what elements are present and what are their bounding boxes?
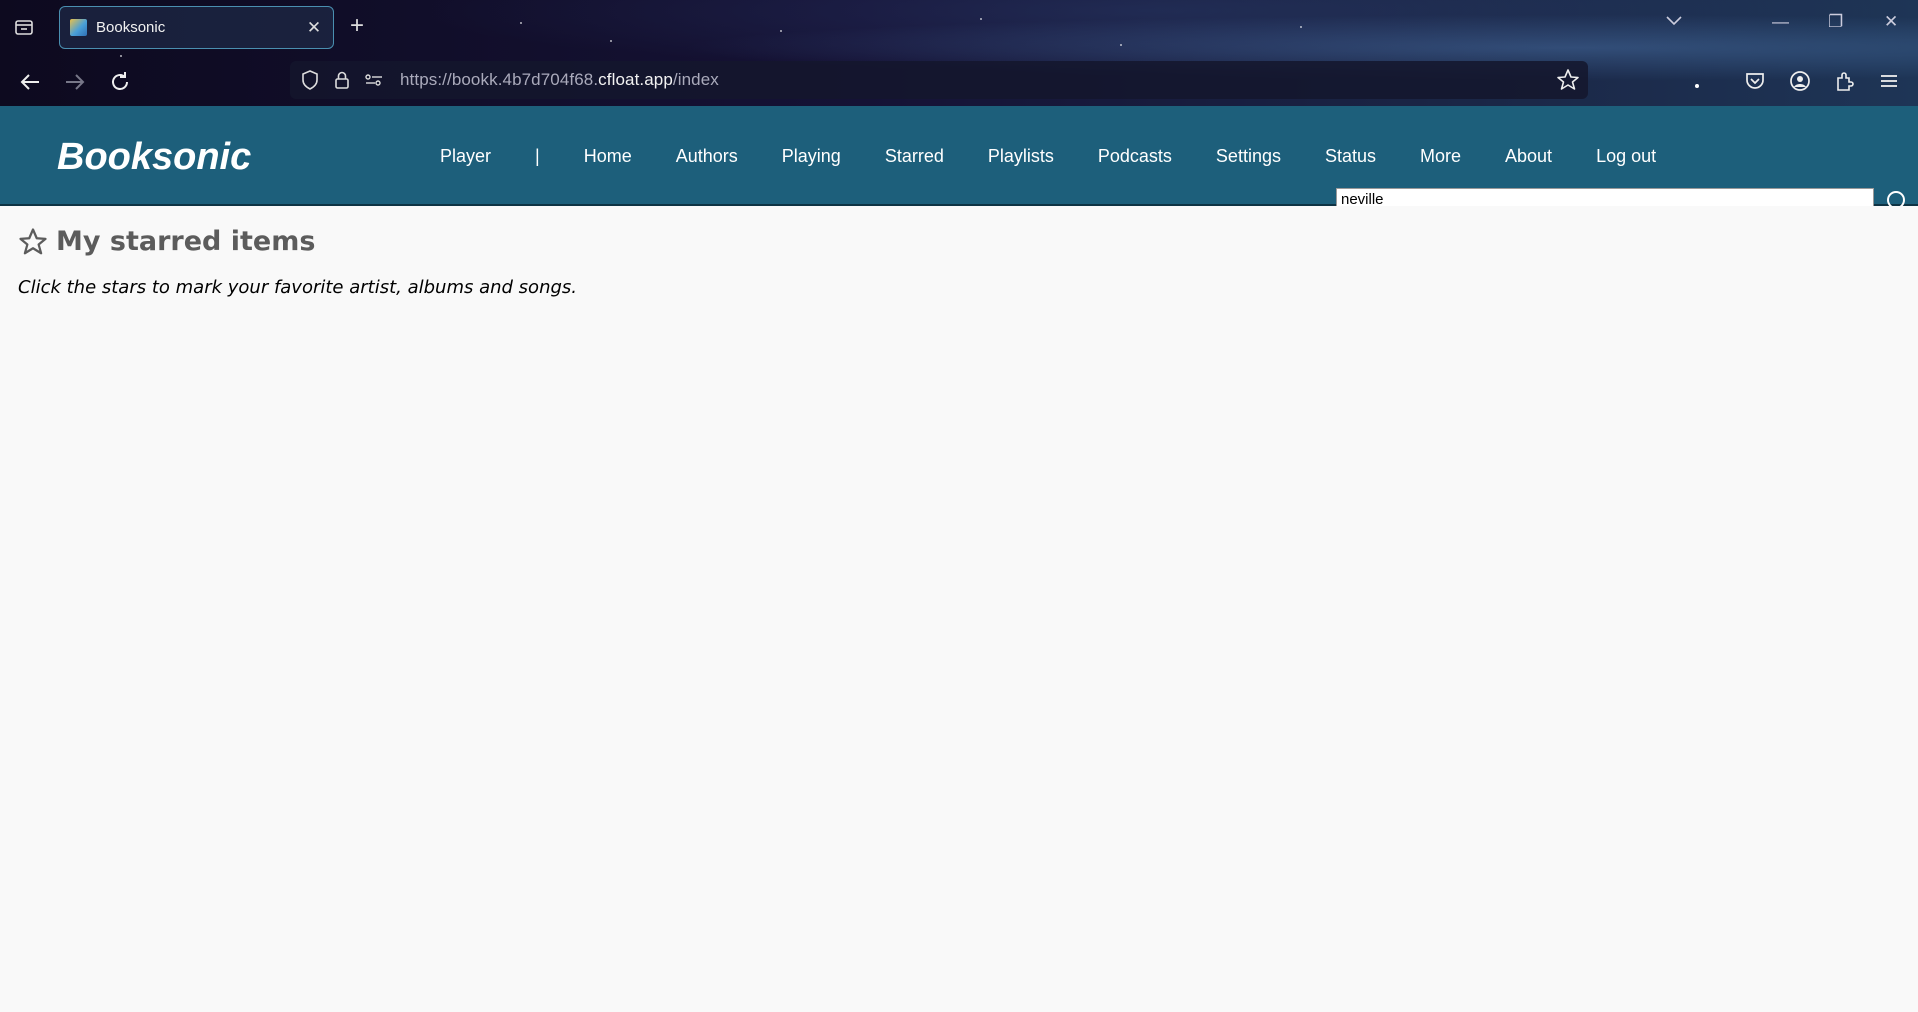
main-menu: Player | Home Authors Playing Starred Pl… [440,146,1700,167]
menu-item-authors[interactable]: Authors [676,146,738,167]
minimize-icon[interactable]: — [1772,12,1789,32]
menu-item-home[interactable]: Home [584,146,632,167]
pocket-icon[interactable] [1742,68,1768,94]
url-prefix: https://bookk.4b7d704f68. [400,70,599,89]
menu-item-podcasts[interactable]: Podcasts [1098,146,1172,167]
menu-item-player[interactable]: Player [440,146,491,167]
tab-title: Booksonic [96,19,166,36]
tab-list-icon[interactable] [12,16,36,38]
starred-hint-text: Click the stars to mark your favorite ar… [18,277,578,298]
close-window-icon[interactable]: ✕ [1884,12,1898,32]
tab-booksonic[interactable]: Booksonic ✕ [59,6,334,49]
star-outline-icon [19,227,47,254]
reload-icon[interactable] [106,68,134,96]
menu-item-about[interactable]: About [1505,146,1552,167]
menu-item-settings[interactable]: Settings [1216,146,1281,167]
search-input[interactable]: neville [1336,188,1874,206]
restore-icon[interactable]: ❐ [1828,12,1843,32]
forward-arrow-icon[interactable] [61,68,89,96]
browser-chrome: Booksonic ✕ + — ❐ ✕ https://bookk.4b7d70… [0,0,1918,106]
url-text[interactable]: https://bookk.4b7d704f68.cfloat.app/inde… [400,70,719,90]
search-icon[interactable] [1886,190,1906,206]
menu-item-starred[interactable]: Starred [885,146,944,167]
lock-icon[interactable] [330,68,354,92]
shield-icon[interactable] [298,68,322,92]
chevron-down-icon[interactable] [1665,12,1683,32]
menu-item-playing[interactable]: Playing [782,146,841,167]
menu-item-status[interactable]: Status [1325,146,1376,167]
url-host: cfloat.app [598,70,673,89]
site-permissions-icon[interactable] [362,68,386,92]
menu-item-playlists[interactable]: Playlists [988,146,1054,167]
close-icon[interactable]: ✕ [305,18,323,38]
extensions-icon[interactable] [1832,68,1858,94]
new-tab-icon[interactable]: + [350,12,364,40]
account-icon[interactable] [1787,68,1813,94]
url-bar[interactable]: https://bookk.4b7d704f68.cfloat.app/inde… [290,61,1588,99]
page-title-text: My starred items [56,226,316,257]
url-path: /index [672,70,719,89]
page-title: My starred items [18,226,315,257]
app-header: Booksonic Player | Home Authors Playing … [0,106,1918,206]
menu-hamburger-icon[interactable] [1876,68,1902,94]
back-arrow-icon[interactable] [16,68,44,96]
menu-item-more[interactable]: More [1420,146,1461,167]
bookmark-star-icon[interactable] [1556,68,1580,97]
booksonic-logo[interactable]: Booksonic [57,136,251,179]
booksonic-favicon-icon [70,19,87,36]
menu-separator: | [535,146,540,166]
menu-item-logout[interactable]: Log out [1596,146,1656,167]
